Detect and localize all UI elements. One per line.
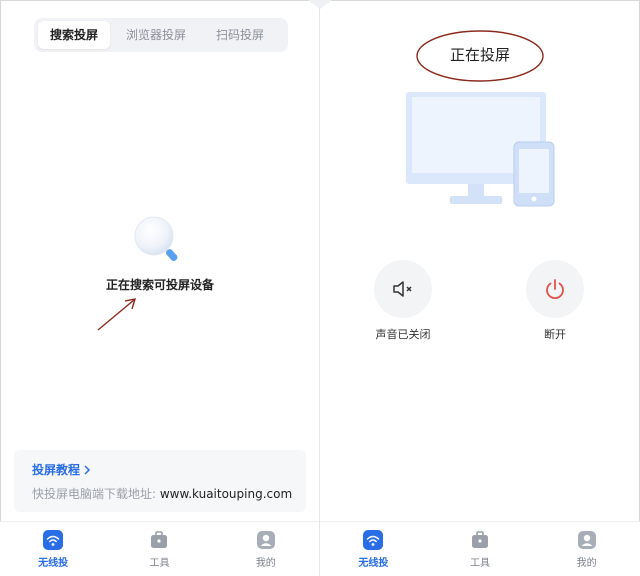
tab-mine-label: 我的 xyxy=(576,558,597,569)
bottom-tab-bar-right: 无线投 工具 我的 xyxy=(320,521,640,576)
user-icon xyxy=(576,529,598,551)
tab-scan-cast[interactable]: 扫码投屏 xyxy=(204,21,276,49)
tab-mine[interactable]: 我的 xyxy=(213,522,319,576)
top-notch xyxy=(308,0,332,9)
guide-card: 投屏教程 快投屏电脑端下载地址: www.kuaitouping.com xyxy=(14,450,306,512)
power-icon xyxy=(546,279,564,300)
user-icon xyxy=(255,529,277,551)
tab-wireless-cast-label: 无线投 xyxy=(38,558,69,569)
tab-tools-label: 工具 xyxy=(149,558,170,569)
casting-status-title: 正在投屏 xyxy=(449,46,510,64)
cast-mode-tabs: 搜索投屏 浏览器投屏 扫码投屏 xyxy=(34,18,288,52)
tab-search-cast[interactable]: 搜索投屏 xyxy=(38,21,111,49)
download-address: 快投屏电脑端下载地址: www.kuaitouping.com xyxy=(32,485,292,502)
download-url[interactable]: www.kuaitouping.com xyxy=(160,487,292,501)
magnifier-search-icon xyxy=(134,216,178,261)
monitor-phone-icon xyxy=(406,92,555,207)
toolbox-icon xyxy=(148,529,170,551)
casting-panel: 正在投屏 声音已关闭 断开 xyxy=(308,0,640,576)
mute-toggle-label: 声音已关闭 xyxy=(375,328,431,341)
chevron-right-icon xyxy=(84,464,91,475)
tab-tools[interactable]: 工具 xyxy=(427,522,534,576)
disconnect-label: 断开 xyxy=(544,328,566,341)
tab-mine-label: 我的 xyxy=(255,558,276,569)
speaker-muted-icon xyxy=(393,281,412,297)
tab-tools[interactable]: 工具 xyxy=(106,522,212,576)
tab-tools-label: 工具 xyxy=(470,558,490,569)
tab-wireless-cast-label: 无线投 xyxy=(358,558,389,569)
toolbox-icon xyxy=(469,529,491,551)
download-label: 快投屏电脑端下载地址: xyxy=(32,487,160,501)
annotation-arrow xyxy=(97,298,137,331)
tab-wireless-cast[interactable]: 无线投 xyxy=(0,522,106,576)
disconnect-button[interactable] xyxy=(526,260,584,318)
tab-browser-cast[interactable]: 浏览器投屏 xyxy=(114,21,198,49)
searching-status-text: 正在搜索可投屏设备 xyxy=(105,278,214,292)
tab-wireless-cast[interactable]: 无线投 xyxy=(320,522,427,576)
wifi-cast-icon xyxy=(42,529,64,551)
search-cast-panel: 搜索投屏 浏览器投屏 扫码投屏 正在搜索可投屏设备 投屏教程 快投屏电脑端下载地… xyxy=(0,0,319,576)
bottom-tab-bar-left: 无线投 工具 我的 xyxy=(0,521,319,576)
tab-mine[interactable]: 我的 xyxy=(533,522,640,576)
wifi-cast-icon xyxy=(362,529,384,551)
tutorial-link[interactable]: 投屏教程 xyxy=(32,461,92,478)
tutorial-link-label: 投屏教程 xyxy=(32,463,81,477)
mute-toggle-button[interactable] xyxy=(374,260,432,318)
